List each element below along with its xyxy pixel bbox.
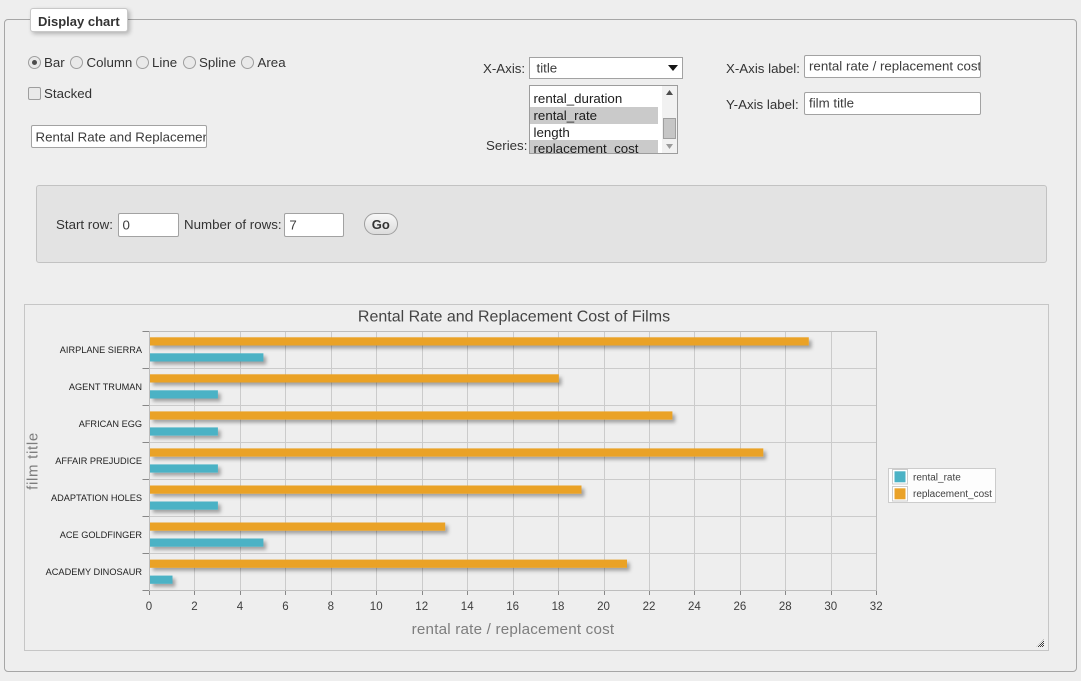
svg-text:4: 4 [237, 601, 244, 613]
svg-text:2: 2 [191, 601, 197, 613]
svg-text:AFFAIR PREJUDICE: AFFAIR PREJUDICE [55, 456, 142, 466]
svg-text:rental_rate: rental_rate [913, 473, 961, 484]
svg-text:6: 6 [282, 601, 288, 613]
svg-text:AGENT TRUMAN: AGENT TRUMAN [69, 382, 142, 392]
svg-text:16: 16 [506, 601, 519, 613]
svg-text:24: 24 [688, 601, 701, 613]
svg-text:32: 32 [870, 601, 883, 613]
svg-text:AIRPLANE SIERRA: AIRPLANE SIERRA [60, 345, 143, 355]
svg-text:ADAPTATION HOLES: ADAPTATION HOLES [51, 493, 142, 503]
svg-text:26: 26 [734, 601, 747, 613]
svg-text:18: 18 [552, 601, 565, 613]
svg-text:ACADEMY DINOSAUR: ACADEMY DINOSAUR [46, 567, 143, 577]
svg-text:14: 14 [461, 601, 474, 613]
svg-text:30: 30 [824, 601, 837, 613]
svg-text:8: 8 [328, 601, 334, 613]
svg-text:28: 28 [779, 601, 792, 613]
svg-text:Rental Rate and Replacement Co: Rental Rate and Replacement Cost of Film… [358, 309, 670, 326]
svg-text:0: 0 [146, 601, 152, 613]
svg-text:10: 10 [370, 601, 383, 613]
svg-text:replacement_cost: replacement_cost [913, 489, 992, 500]
svg-text:ACE GOLDFINGER: ACE GOLDFINGER [60, 530, 143, 540]
svg-text:20: 20 [597, 601, 610, 613]
svg-text:film title: film title [25, 432, 42, 490]
svg-text:rental rate / replacement cost: rental rate / replacement cost [412, 621, 615, 638]
svg-text:AFRICAN EGG: AFRICAN EGG [79, 419, 142, 429]
svg-text:22: 22 [643, 601, 656, 613]
svg-text:12: 12 [415, 601, 428, 613]
